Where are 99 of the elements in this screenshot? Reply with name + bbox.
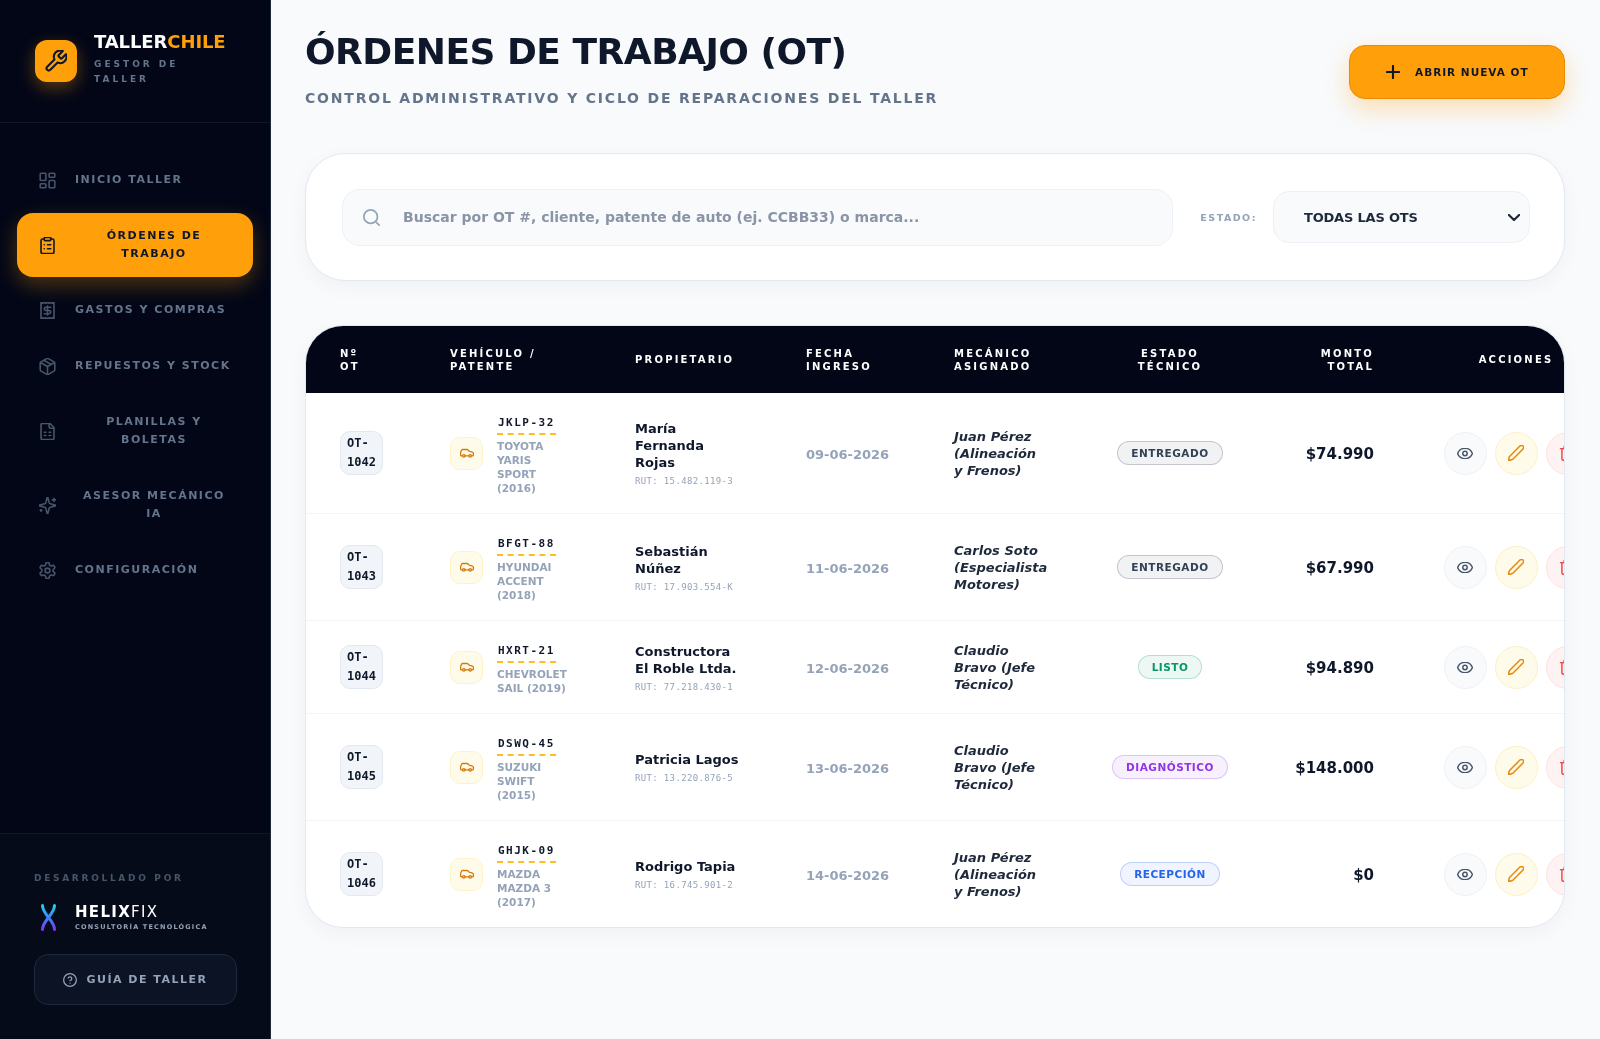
helix-logo-icon (41, 904, 56, 931)
pencil-icon (1508, 445, 1524, 461)
owner-name: María Fernanda Rojas (635, 420, 705, 471)
car-icon (450, 750, 483, 784)
column-header: MECÁNICO ASIGNADO (954, 346, 1033, 373)
search-field[interactable]: Buscar por OT #, cliente, patente de auto (ej. CCBB33) o marca... (342, 188, 1174, 246)
column-header: MONTO TOTAL (1319, 346, 1374, 373)
entry-date: 09-06-2026 (806, 446, 890, 462)
license-plate: JKLP-32 (497, 415, 556, 435)
vehicle-model: HYUNDAI ACCENT (2018) (497, 560, 553, 602)
entry-date: 12-06-2026 (806, 660, 890, 676)
settings-icon (39, 561, 56, 579)
plus-icon (1386, 65, 1400, 79)
brand-name: TALLERCHILE (94, 31, 226, 53)
sparkles-icon (39, 496, 56, 514)
pencil-icon (1508, 866, 1524, 882)
pencil-icon (1508, 759, 1524, 775)
mechanic-name: Juan Pérez (Alineación y Frenos) (954, 848, 1038, 900)
eye-icon (1457, 661, 1473, 673)
column-header: Nº OT (340, 346, 361, 373)
page-title: ÓRDENES DE TRABAJO (OT) (305, 32, 848, 72)
owner-name: Constructora El Roble Ltda. (635, 642, 738, 677)
column-header: ACCIONES (1477, 353, 1555, 366)
owner-rut: RUT: 77.218.430-1 (635, 681, 735, 692)
license-plate: HXRT-21 (497, 643, 556, 663)
box-icon (39, 357, 56, 375)
owner-rut: RUT: 15.482.119-3 (635, 476, 735, 486)
receipt-icon (39, 301, 56, 319)
nav-item[interactable]: ASESOR MECÁNICO IA (17, 473, 253, 537)
search-icon (363, 208, 380, 226)
owner-name: Patricia Lagos (635, 751, 740, 768)
mechanic-name: Carlos Soto (Especialista Motores) (954, 541, 1048, 593)
mechanic-name: Claudio Bravo (Jefe Técnico) (954, 741, 1037, 793)
license-plate: DSWQ-45 (497, 736, 556, 756)
order-number: OT-1042 (340, 431, 383, 475)
status-badge: LISTO (1137, 655, 1203, 679)
car-icon (450, 650, 483, 684)
mechanic-name: Juan Pérez (Alineación y Frenos) (954, 427, 1038, 479)
order-number: OT-1046 (340, 852, 383, 896)
nav-item[interactable]: ÓRDENES DE TRABAJO (17, 213, 253, 277)
developer-caption: DESARROLLADO POR (34, 872, 185, 885)
pencil-icon (1508, 559, 1524, 575)
license-plate: BFGT-88 (497, 536, 556, 556)
pencil-icon (1508, 659, 1524, 675)
guide-button[interactable]: GUÍA DE TALLER (34, 954, 237, 1005)
wrench-icon (35, 40, 77, 82)
eye-icon (1457, 447, 1473, 459)
total-amount: $148.000 (1295, 758, 1374, 777)
brand-tagline: GESTOR DE TALLER (94, 58, 180, 86)
owner-name: Rodrigo Tapia (635, 858, 737, 875)
eye-icon (1457, 868, 1473, 880)
license-plate: GHJK-09 (497, 843, 556, 863)
column-header: ESTADO TÉCNICO (1136, 346, 1204, 373)
nav-item[interactable]: PLANILLAS Y BOLETAS (17, 399, 253, 463)
total-amount: $94.890 (1305, 658, 1374, 677)
dashboard-icon (39, 171, 56, 189)
mechanic-name: Claudio Bravo (Jefe Técnico) (954, 641, 1037, 693)
eye-icon (1457, 761, 1473, 773)
vehicle-model: SUZUKI SWIFT (2015) (497, 760, 543, 802)
column-header: VEHÍCULO / PATENTE (450, 346, 537, 373)
car-icon (450, 436, 483, 470)
nav-item[interactable]: REPUESTOS Y STOCK (17, 343, 253, 389)
entry-date: 14-06-2026 (806, 867, 890, 883)
document-icon (39, 422, 56, 440)
status-badge: ENTREGADO (1117, 441, 1223, 465)
order-number: OT-1044 (340, 645, 383, 689)
column-header: PROPIETARIO (635, 353, 736, 366)
vehicle-model: MAZDA MAZDA 3 (2017) (497, 867, 552, 909)
total-amount: $74.990 (1305, 444, 1374, 463)
filter-label: ESTADO: (1200, 211, 1257, 223)
order-number: OT-1045 (340, 745, 383, 789)
status-badge: ENTREGADO (1117, 555, 1223, 579)
nav-item[interactable]: GASTOS Y COMPRAS (17, 287, 253, 333)
owner-rut: RUT: 13.220.876-5 (635, 773, 735, 783)
entry-date: 11-06-2026 (806, 560, 890, 576)
owner-rut: RUT: 17.903.554-K (635, 581, 735, 592)
new-order-button[interactable]: ABRIR NUEVA OT (1349, 45, 1565, 99)
entry-date: 13-06-2026 (806, 760, 890, 776)
help-icon (63, 972, 78, 987)
vehicle-model: TOYOTA YARIS SPORT (2016) (497, 439, 545, 495)
nav-item[interactable]: CONFIGURACIÓN (17, 547, 253, 593)
total-amount: $67.990 (1305, 558, 1374, 577)
clipboard-icon (39, 236, 56, 254)
vehicle-model: CHEVROLET SAIL (2019) (497, 667, 568, 695)
page-subtitle: CONTROL ADMINISTRATIVO Y CICLO DE REPARACIONES DEL TALLER (305, 89, 939, 107)
company-name: HELIXFIX (75, 903, 160, 921)
order-number: OT-1043 (340, 545, 383, 589)
status-badge: DIAGNÓSTICO (1112, 755, 1228, 779)
eye-icon (1457, 561, 1473, 573)
column-header: FECHA INGRESO (806, 346, 873, 373)
total-amount: $0 (1353, 865, 1374, 884)
car-icon (450, 550, 483, 584)
status-dropdown[interactable]: TODAS LAS OTS (1273, 191, 1530, 243)
car-icon (450, 857, 483, 891)
owner-rut: RUT: 16.745.901-2 (635, 880, 735, 890)
chevron-down-icon (1508, 213, 1520, 221)
owner-name: Sebastián Núñez (635, 542, 709, 577)
status-badge: RECEPCIÓN (1120, 862, 1220, 886)
nav-item[interactable]: INICIO TALLER (17, 157, 253, 203)
